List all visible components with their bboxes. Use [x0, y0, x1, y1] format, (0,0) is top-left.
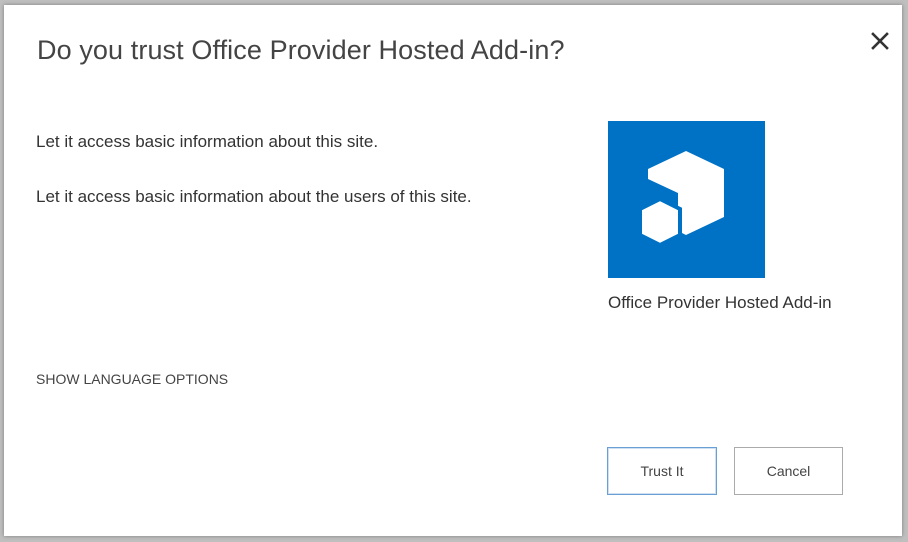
show-language-options-link[interactable]: SHOW LANGUAGE OPTIONS: [36, 371, 228, 387]
permission-site-info: Let it access basic information about th…: [36, 132, 379, 151]
add-in-cube-icon: [608, 121, 765, 278]
close-icon: [866, 27, 894, 55]
close-button[interactable]: [866, 27, 894, 55]
app-name: Office Provider Hosted Add-in: [608, 293, 832, 312]
screenshot-frame: Do you trust Office Provider Hosted Add-…: [0, 0, 908, 542]
permission-users-info: Let it access basic information about th…: [36, 187, 472, 206]
trust-it-button[interactable]: Trust It: [607, 447, 717, 495]
app-tile: [608, 121, 765, 278]
dialog-title: Do you trust Office Provider Hosted Add-…: [37, 35, 565, 65]
trust-dialog: Do you trust Office Provider Hosted Add-…: [4, 5, 902, 536]
cancel-button[interactable]: Cancel: [734, 447, 843, 495]
